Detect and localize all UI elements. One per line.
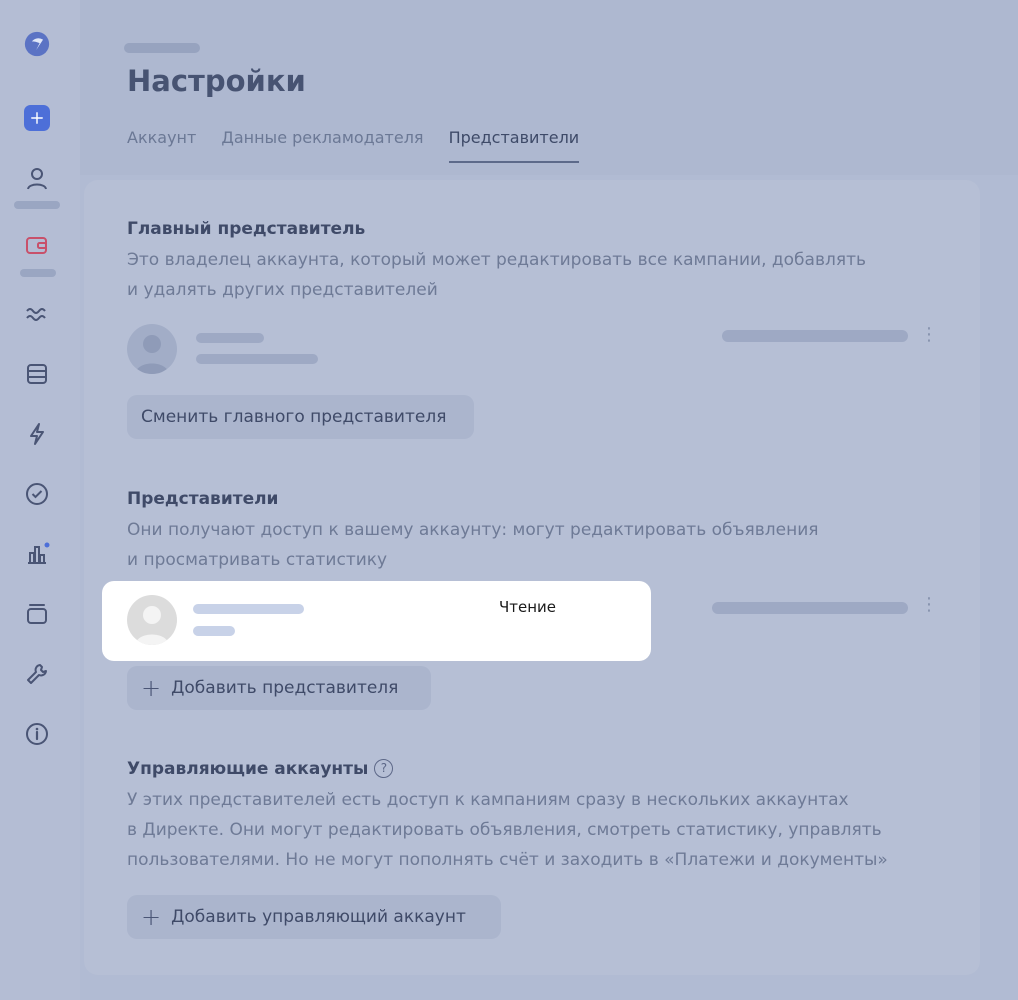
rep-login-placeholder bbox=[193, 626, 235, 636]
wrench-icon[interactable] bbox=[17, 654, 57, 694]
breadcrumb-placeholder bbox=[124, 43, 200, 53]
representative-row[interactable]: Чтение bbox=[102, 581, 651, 661]
managing-title: Управляющие аккаунты? bbox=[127, 759, 394, 779]
main-rep-role-placeholder bbox=[722, 330, 908, 342]
info-icon[interactable] bbox=[17, 714, 57, 754]
settings-tabs: Аккаунт Данные рекламодателя Представите… bbox=[127, 128, 580, 163]
reps-desc-line2: и просматривать статистику bbox=[127, 550, 388, 570]
change-main-rep-button[interactable]: Сменить главного представителя bbox=[127, 395, 474, 439]
add-managing-account-button[interactable]: + Добавить управляющий аккаунт bbox=[127, 895, 501, 939]
main-rep-desc-line2: и удалять других представителей bbox=[127, 280, 438, 300]
page-title: Настройки bbox=[127, 64, 306, 98]
tab-representatives[interactable]: Представители bbox=[448, 128, 580, 163]
plus-icon: + bbox=[141, 903, 162, 931]
main-rep-title: Главный представитель bbox=[127, 219, 366, 239]
managing-desc-line2: в Директе. Они могут редактировать объяв… bbox=[127, 820, 882, 840]
chart-icon[interactable] bbox=[17, 534, 57, 574]
main-rep-desc-line1: Это владелец аккаунта, который может ред… bbox=[127, 250, 866, 270]
help-icon[interactable]: ? bbox=[374, 759, 394, 778]
waves-icon[interactable] bbox=[17, 294, 57, 334]
direct-logo-icon[interactable] bbox=[17, 24, 57, 64]
main-rep-name-placeholder bbox=[196, 333, 264, 343]
add-representative-button[interactable]: + Добавить представителя bbox=[127, 666, 431, 710]
folder-icon[interactable] bbox=[17, 594, 57, 634]
rep-avatar bbox=[127, 595, 177, 645]
main-rep-avatar bbox=[127, 324, 177, 374]
sidebar-placeholder-bar bbox=[20, 269, 56, 277]
plus-icon: + bbox=[141, 674, 162, 702]
add-representative-label: Добавить представителя bbox=[171, 678, 399, 698]
tab-account[interactable]: Аккаунт bbox=[127, 128, 196, 163]
reps-desc-line1: Они получают доступ к вашему аккаунту: м… bbox=[127, 520, 819, 540]
managing-title-text: Управляющие аккаунты bbox=[127, 759, 369, 779]
lightning-icon[interactable] bbox=[17, 414, 57, 454]
more-icon[interactable]: ⋮ bbox=[920, 326, 938, 344]
main-rep-login-placeholder bbox=[196, 354, 318, 364]
sidebar bbox=[0, 0, 80, 1000]
check-circle-icon[interactable] bbox=[17, 474, 57, 514]
add-managing-account-label: Добавить управляющий аккаунт bbox=[171, 907, 466, 927]
more-icon[interactable]: ⋮ bbox=[920, 596, 938, 614]
rep-role: Чтение bbox=[499, 598, 557, 616]
list-icon[interactable] bbox=[17, 354, 57, 394]
tab-advertiser-data[interactable]: Данные рекламодателя bbox=[221, 128, 423, 163]
rep-name-placeholder bbox=[193, 604, 304, 614]
reps-title: Представители bbox=[127, 489, 279, 509]
managing-desc-line3: пользователями. Но не могут пополнять сч… bbox=[127, 850, 888, 870]
sidebar-placeholder-bar bbox=[14, 201, 60, 209]
change-main-rep-label: Сменить главного представителя bbox=[141, 407, 447, 427]
plus-icon[interactable] bbox=[17, 98, 57, 138]
user-icon[interactable] bbox=[17, 158, 57, 198]
managing-desc-line1: У этих представителей есть доступ к камп… bbox=[127, 790, 849, 810]
wallet-icon[interactable] bbox=[17, 225, 57, 265]
rep-access-placeholder bbox=[712, 602, 908, 614]
